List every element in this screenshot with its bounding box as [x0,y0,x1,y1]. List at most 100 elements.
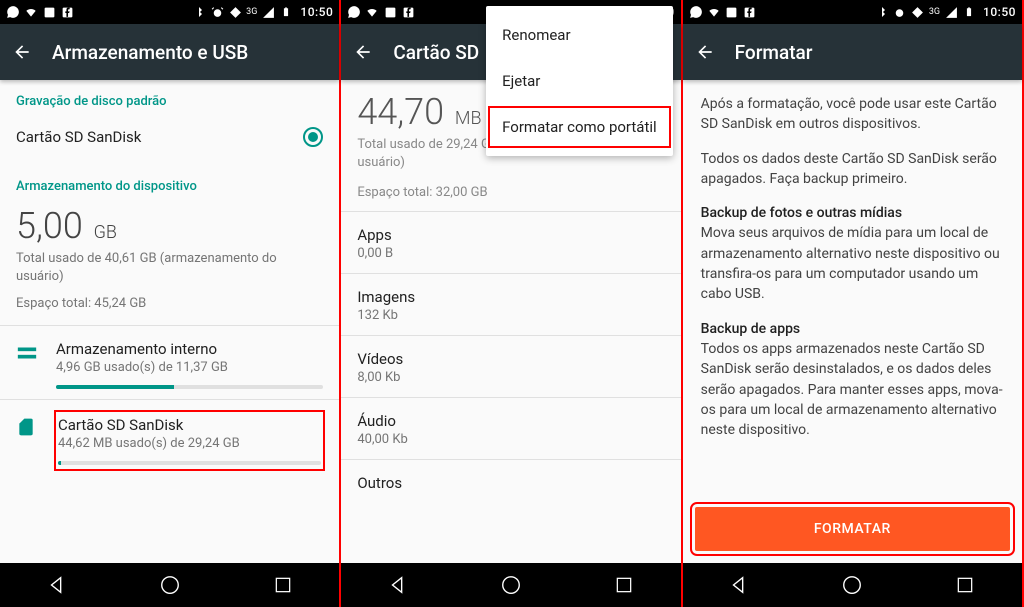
cat-title: Imagens [357,288,664,306]
nav-home[interactable] [498,572,524,598]
format-button[interactable]: FORMATAR [695,507,1010,551]
nav-back[interactable] [385,572,411,598]
nav-bar [683,563,1022,607]
back-button[interactable] [695,42,715,62]
cat-value: 8,00 Kb [357,370,664,385]
usage-subtext: Total usado de 40,61 GB (armazenamento d… [16,250,323,286]
facebook-icon [743,5,757,19]
sync-icon [228,5,242,19]
default-disk-label: Cartão SD SanDisk [16,128,141,146]
nav-recent[interactable] [611,572,637,598]
menu-rename[interactable]: Renomear [486,12,673,58]
battery-icon [279,5,293,19]
cat-title: Vídeos [357,350,664,368]
screen-sdcard: 3G 10:50 Cartão SD 44,70 MB Total usado … [341,0,682,607]
clock: 10:50 [983,5,1016,19]
sdcard-storage-item[interactable]: Cartão SD SanDisk 44,62 MB usado(s) de 2… [0,400,339,477]
whatsapp-icon [347,5,361,19]
image-icon [725,5,739,19]
sd-usage-value: 44,70 [357,91,444,133]
internal-storage-icon [16,340,38,364]
device-usage-summary[interactable]: 5,00 GB Total usado de 40,61 GB (armazen… [0,202,339,325]
content: Após a formatação, você pode usar este C… [683,80,1022,563]
app-bar: Formatar [683,24,1022,80]
app-bar: Armazenamento e USB [0,24,339,80]
nav-bar [0,563,339,607]
category-images[interactable]: Imagens 132 Kb [341,273,680,335]
section-default-write: Gravação de disco padrão [0,80,339,117]
sd-usage-unit: MB [455,108,482,129]
internal-progress [56,385,323,389]
wifi-icon [707,5,721,19]
radio-selected-icon [303,127,323,147]
image-icon [383,5,397,19]
format-p4: Todos os apps armazenados neste Cartão S… [701,341,1003,438]
sdcard-title: Cartão SD SanDisk [58,416,321,434]
cat-value: 0,00 B [357,246,664,261]
format-h2: Backup de apps [701,321,800,337]
signal-icon [261,5,275,19]
nav-bar [341,563,680,607]
back-button[interactable] [12,42,32,62]
format-p2: Todos os dados deste Cartão SD SanDisk s… [701,149,1004,190]
nav-recent[interactable] [952,572,978,598]
bluetooth-icon [875,5,889,19]
category-videos[interactable]: Vídeos 8,00 Kb [341,335,680,397]
format-description: Após a formatação, você pode usar este C… [683,80,1022,499]
nav-home[interactable] [839,572,865,598]
image-icon [42,5,56,19]
facebook-icon [401,5,415,19]
clock: 10:50 [300,5,333,19]
cat-title: Apps [357,226,664,244]
whatsapp-icon [6,5,20,19]
usage-value: 5,00 GB [16,208,323,244]
nav-back[interactable] [44,572,70,598]
network-label: 3G [929,7,940,17]
sdcard-progress [58,461,321,465]
category-list: Apps 0,00 B Imagens 132 Kb Vídeos 8,00 K… [341,211,680,504]
sdcard-icon [16,414,38,438]
menu-eject[interactable]: Ejetar [486,58,673,104]
default-disk-option[interactable]: Cartão SD SanDisk [0,117,339,165]
back-button[interactable] [353,42,373,62]
menu-format-portable[interactable]: Formatar como portátil [486,104,673,150]
overflow-menu: Renomear Ejetar Formatar como portátil [486,6,673,156]
cat-title: Outros [357,474,664,492]
screen-storage: 3G 10:50 Armazenamento e USB Gravação de… [0,0,341,607]
sdcard-sub: 44,62 MB usado(s) de 29,24 GB [58,436,321,451]
page-title: Formatar [735,41,813,64]
status-bar: 3G 10:50 [0,0,339,24]
internal-sub: 4,96 GB usado(s) de 11,37 GB [56,360,323,375]
category-other[interactable]: Outros [341,459,680,504]
internal-title: Armazenamento interno [56,340,323,358]
page-title: Armazenamento e USB [52,41,248,64]
whatsapp-icon [689,5,703,19]
nav-back[interactable] [726,572,752,598]
sync-icon [911,5,925,19]
sdcard-highlighted: Cartão SD SanDisk 44,62 MB usado(s) de 2… [54,410,325,471]
sd-usage-total: Espaço total: 32,00 GB [357,184,664,202]
nav-recent[interactable] [270,572,296,598]
usage-total: Espaço total: 45,24 GB [16,296,323,311]
status-bar: 3G 10:50 [683,0,1022,24]
nav-home[interactable] [157,572,183,598]
category-apps[interactable]: Apps 0,00 B [341,211,680,273]
format-p3: Mova seus arquivos de mídia para um loca… [701,225,1000,302]
signal-icon [944,5,958,19]
format-p1: Após a formatação, você pode usar este C… [701,94,1004,135]
facebook-icon [60,5,74,19]
wifi-icon [365,5,379,19]
category-audio[interactable]: Áudio 40,00 Kb [341,397,680,459]
content: Gravação de disco padrão Cartão SD SanDi… [0,80,339,563]
cat-value: 40,00 Kb [357,432,664,447]
cat-title: Áudio [357,412,664,430]
wifi-icon [24,5,38,19]
battery-icon [962,5,976,19]
alarm-icon [893,5,907,19]
cat-value: 132 Kb [357,308,664,323]
network-label: 3G [246,7,257,17]
format-h1: Backup de fotos e outras mídias [701,205,902,221]
bluetooth-icon [192,5,206,19]
page-title: Cartão SD [393,41,479,64]
internal-storage-item[interactable]: Armazenamento interno 4,96 GB usado(s) d… [0,326,339,399]
